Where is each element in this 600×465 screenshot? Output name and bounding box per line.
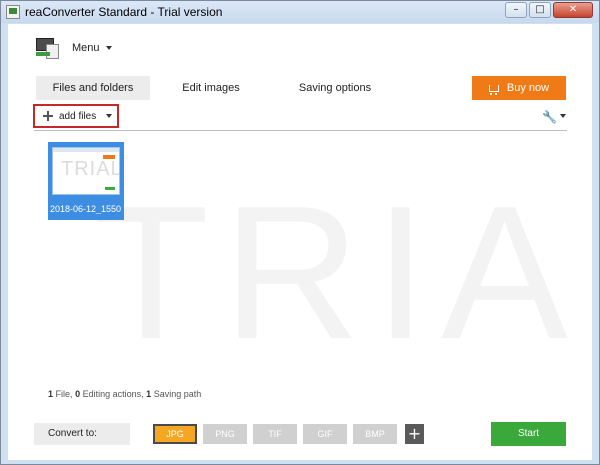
maximize-button[interactable]: □ [529,2,551,18]
wrench-icon[interactable]: 🔧 [542,110,557,124]
app-icon [6,5,20,19]
convert-to-label: Convert to: [34,423,130,445]
tab-saving-options[interactable]: Saving options [280,76,390,100]
title-bar: reaConverter Standard - Trial version – … [1,1,599,23]
main-panel: TRIAL Menu Files and folders Edit images… [8,24,592,460]
save-count: 1 [146,389,152,399]
save-label: Saving path [153,389,202,399]
format-png-button[interactable]: PNG [203,424,247,444]
add-format-button[interactable]: + [405,424,424,444]
edit-label: Editing actions, [82,389,144,399]
format-jpg-button[interactable]: JPG [153,424,197,444]
app-window: reaConverter Standard - Trial version – … [0,0,600,465]
format-bmp-button[interactable]: BMP [353,424,397,444]
status-summary: 1 File, 0 Editing actions, 1 Saving path [48,389,201,399]
format-tif-button[interactable]: TIF [253,424,297,444]
file-label: File, [55,389,73,399]
chevron-down-icon[interactable] [106,114,113,118]
file-count: 1 [48,389,54,399]
toolbar-divider [34,130,567,131]
thumbnail-image: TRIAL [52,147,120,195]
app-logo-icon [34,36,60,60]
trial-watermark: TRIAL [93,167,592,379]
add-files-label: add files [59,110,97,122]
tab-files-and-folders[interactable]: Files and folders [36,76,150,100]
chevron-down-icon [105,46,112,50]
edit-count: 0 [75,389,81,399]
plus-icon [43,111,53,121]
start-button[interactable]: Start [491,422,566,446]
minimize-button[interactable]: – [505,2,527,18]
window-title: reaConverter Standard - Trial version [25,5,223,19]
file-name: 2018-06-12_1550... [50,204,122,214]
settings-dropdown-icon[interactable] [560,114,566,118]
close-button[interactable]: ✕ [553,2,593,18]
file-thumbnail[interactable]: TRIAL 2018-06-12_1550... [48,142,124,220]
format-gif-button[interactable]: GIF [303,424,347,444]
menu-button[interactable]: Menu [34,36,112,60]
cart-icon [488,84,499,95]
menu-label: Menu [72,42,100,54]
tab-edit-images[interactable]: Edit images [166,76,256,100]
thumbnail-watermark: TRIAL [61,158,120,180]
buy-now-label: Buy now [506,82,550,94]
window-controls: – □ ✕ [503,2,593,18]
add-files-button[interactable]: add files [33,104,119,128]
buy-now-button[interactable]: Buy now [472,76,566,100]
